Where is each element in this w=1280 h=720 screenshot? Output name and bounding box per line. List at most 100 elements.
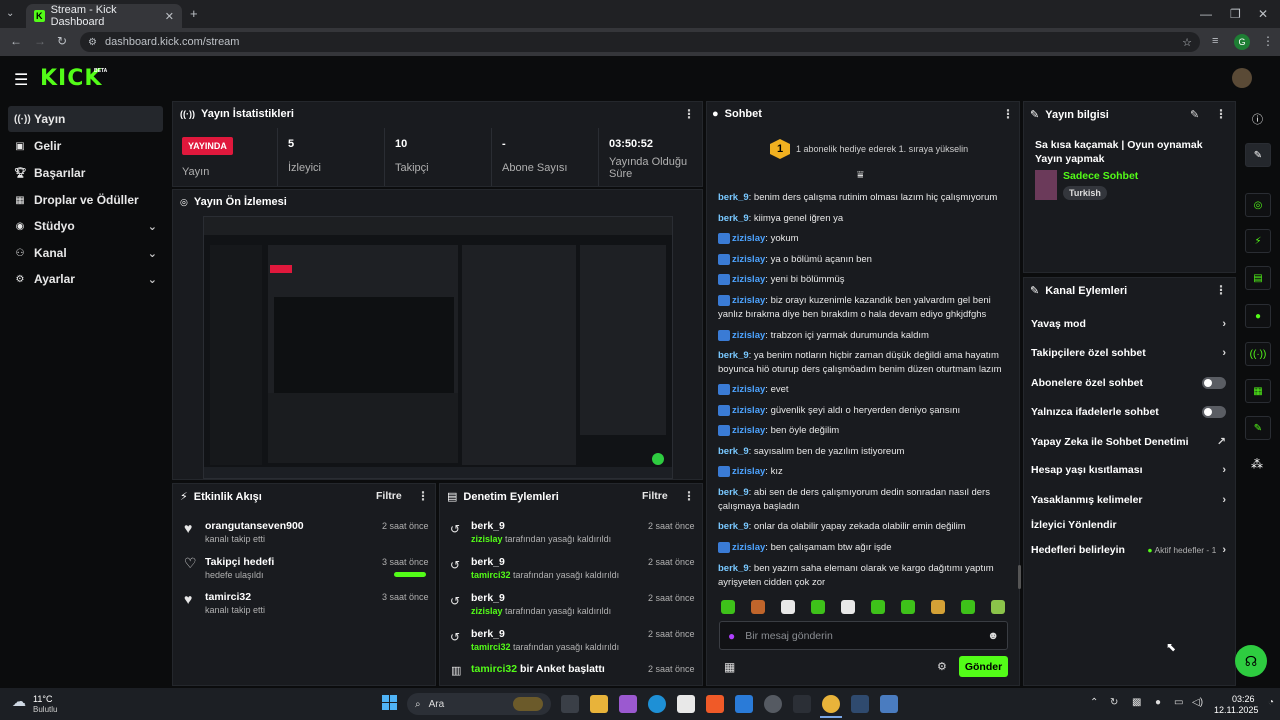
weather-temp[interactable]: 11°C	[33, 694, 52, 704]
emote-icon[interactable]	[811, 600, 825, 614]
volume-icon[interactable]: ◁)	[1192, 697, 1203, 708]
activity-filter-button[interactable]: Filtre	[376, 490, 402, 502]
chat-username[interactable]: zizislay	[732, 466, 765, 477]
store-app-icon[interactable]	[677, 695, 695, 713]
channel-actions-toggle-icon[interactable]: ▦	[1245, 379, 1271, 403]
sidebar-item-ayarlar[interactable]: ⚙ Ayarlar ⌄	[8, 266, 163, 292]
emote-icon[interactable]	[871, 600, 885, 614]
sidebar-item-basarilar[interactable]: 🏆︎ Başarılar	[8, 160, 163, 186]
site-info-icon[interactable]: ⚙	[88, 37, 97, 48]
chat-username[interactable]: zizislay	[732, 330, 765, 341]
info-icon[interactable]: ⓘ	[1252, 111, 1263, 127]
network-icon[interactable]: ▭	[1174, 697, 1183, 708]
tray-app-icon[interactable]: ▩	[1132, 697, 1141, 708]
chat-username[interactable]: zizislay	[732, 542, 765, 553]
pinned-collapse-icon[interactable]: ⩸	[857, 169, 864, 182]
brave-icon[interactable]	[706, 695, 724, 713]
tray-expand-icon[interactable]: ⌃	[1090, 697, 1098, 708]
preview-toggle-icon[interactable]: ◎	[1245, 193, 1271, 217]
chrome-icon[interactable]	[822, 695, 840, 713]
chat-username[interactable]: berk_9	[718, 487, 749, 498]
chat-username[interactable]: berk_9	[718, 192, 749, 203]
moderation-toggle-icon[interactable]: ▤	[1245, 266, 1271, 290]
action-ai-moderation[interactable]: Yapay Zeka ile Sohbet Denetimi ↗	[1031, 435, 1226, 449]
chat-username[interactable]: zizislay	[732, 295, 765, 306]
add-widget-icon[interactable]: ⁂	[1251, 457, 1263, 471]
action-account-age[interactable]: Hesap yaşı kısıtlaması ›	[1031, 464, 1226, 476]
action-set-goals[interactable]: Hedefleri belirleyin ● Aktif hedefler - …	[1031, 544, 1226, 556]
chat-username[interactable]: zizislay	[732, 274, 765, 285]
browser-menu-icon[interactable]: ⋮	[1262, 34, 1274, 48]
windows-start-icon[interactable]	[382, 695, 398, 711]
app-icon[interactable]	[793, 695, 811, 713]
chat-username[interactable]: berk_9	[718, 350, 749, 361]
emote-icon[interactable]	[931, 600, 945, 614]
action-slow-mode[interactable]: Yavaş mod ›	[1031, 318, 1226, 330]
activity-menu-icon[interactable]: ⋮	[417, 489, 429, 503]
microphone-icon[interactable]: ●	[728, 629, 735, 643]
vscode-icon[interactable]	[735, 695, 753, 713]
emote-icon[interactable]	[781, 600, 795, 614]
hamburger-menu-icon[interactable]: ☰	[14, 70, 28, 90]
edge-icon[interactable]	[648, 695, 666, 713]
send-button[interactable]: Gönder	[959, 656, 1008, 677]
emote-icon[interactable]	[751, 600, 765, 614]
new-tab-icon[interactable]: +	[190, 6, 198, 21]
chat-username[interactable]: zizislay	[732, 384, 765, 395]
emote-icon[interactable]	[841, 600, 855, 614]
chat-username[interactable]: zizislay	[732, 254, 765, 265]
notifications-icon[interactable]: ◔	[1268, 697, 1274, 708]
action-followers-only[interactable]: Takipçilere özel sohbet ›	[1031, 347, 1226, 359]
chat-scrollbar[interactable]	[1018, 565, 1021, 589]
chat-username[interactable]: berk_9	[718, 563, 749, 574]
subscribers-only-toggle[interactable]	[1202, 377, 1226, 389]
chat-username[interactable]: berk_9	[718, 521, 749, 532]
chat-username[interactable]: zizislay	[732, 405, 765, 416]
tab-search-icon[interactable]: ⌄	[6, 8, 14, 19]
user-avatar[interactable]	[1232, 68, 1252, 88]
channel-actions-menu-icon[interactable]: ⋮	[1215, 283, 1227, 297]
stats-toggle-icon[interactable]: ((·))	[1245, 342, 1271, 366]
steam-icon[interactable]	[851, 695, 869, 713]
reload-icon[interactable]: ↻	[57, 34, 67, 48]
maximize-icon[interactable]: ❐	[1230, 7, 1241, 21]
activity-toggle-icon[interactable]: ⚡︎	[1245, 229, 1271, 253]
moderation-menu-icon[interactable]: ⋮	[683, 489, 695, 503]
chat-username[interactable]: berk_9	[718, 446, 749, 457]
stream-info-toggle-icon[interactable]: ✎	[1245, 416, 1271, 440]
store-icon[interactable]: ▦	[724, 660, 735, 674]
chat-menu-icon[interactable]: ⋮	[1002, 107, 1014, 121]
category-name[interactable]: Sadece Sohbet	[1063, 170, 1138, 182]
back-icon[interactable]: ←	[10, 34, 22, 48]
chat-settings-gear-icon[interactable]: ⚙	[937, 660, 947, 673]
edit-layout-icon[interactable]: ✎	[1245, 143, 1271, 167]
chat-username[interactable]: berk_9	[718, 213, 749, 224]
chat-toggle-icon[interactable]: ●	[1245, 304, 1271, 328]
action-raid[interactable]: İzleyici Yönlendir	[1031, 519, 1226, 531]
task-view-icon[interactable]	[561, 695, 579, 713]
taskbar-search[interactable]: ⌕ Ara	[407, 693, 551, 715]
emoji-picker-icon[interactable]: ☻	[987, 630, 999, 642]
emote-icon[interactable]	[991, 600, 1005, 614]
tray-mic-icon[interactable]: ●	[1155, 697, 1161, 708]
minimize-icon[interactable]: —	[1200, 7, 1212, 21]
emote-icon[interactable]	[721, 600, 735, 614]
app-icon[interactable]	[880, 695, 898, 713]
chat-username[interactable]: zizislay	[732, 425, 765, 436]
profile-avatar[interactable]: G	[1234, 34, 1250, 50]
stream-info-menu-icon[interactable]: ⋮	[1215, 107, 1227, 121]
sidebar-item-studyo[interactable]: ◉ Stüdyo ⌄	[8, 213, 163, 239]
sidebar-item-droplar[interactable]: ▦ Droplar ve Ödüller	[8, 187, 163, 213]
browser-tab[interactable]: K Stream - Kick Dashboard ✕	[26, 4, 182, 28]
sidebar-item-kanal[interactable]: ⚇ Kanal ⌄	[8, 240, 163, 266]
copilot-icon[interactable]	[619, 695, 637, 713]
sidebar-item-gelir[interactable]: ▣ Gelir	[8, 133, 163, 159]
emote-icon[interactable]	[961, 600, 975, 614]
chat-username[interactable]: zizislay	[732, 233, 765, 244]
action-emotes-only[interactable]: Yalnızca ifadelerle sohbet	[1031, 406, 1226, 418]
close-window-icon[interactable]: ✕	[1258, 7, 1268, 21]
edit-pencil-icon[interactable]: ✎	[1190, 108, 1199, 121]
emotes-only-toggle[interactable]	[1202, 406, 1226, 418]
forward-icon[interactable]: →	[34, 34, 46, 48]
tab-close-icon[interactable]: ✕	[165, 10, 174, 23]
